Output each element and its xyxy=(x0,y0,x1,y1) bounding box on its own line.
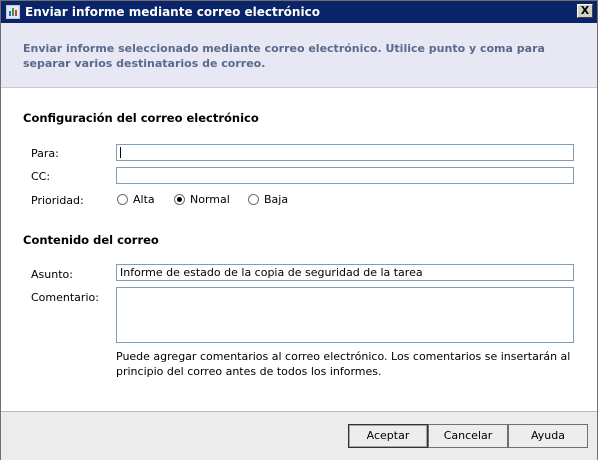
priority-option-label: Baja xyxy=(264,193,289,206)
subject-input-value: Informe de estado de la copia de segurid… xyxy=(120,266,423,279)
comment-textarea[interactable] xyxy=(116,287,574,343)
radio-circle-icon xyxy=(248,194,259,205)
subject-label: Asunto: xyxy=(31,268,73,281)
radio-checked-icon xyxy=(174,194,185,205)
to-label: Para: xyxy=(31,147,59,160)
instructions-text: Enviar informe seleccionado mediante cor… xyxy=(23,42,545,70)
dialog-footer: Aceptar Cancelar Ayuda xyxy=(1,411,597,460)
instructions-banner: Enviar informe seleccionado mediante cor… xyxy=(1,23,597,88)
report-app-icon xyxy=(6,5,20,19)
comment-hint: Puede agregar comentarios al correo elec… xyxy=(116,350,571,378)
priority-radio-normal[interactable]: Normal xyxy=(174,193,230,206)
priority-radio-baja[interactable]: Baja xyxy=(248,193,288,206)
email-content-section-title: Contenido del correo xyxy=(23,233,159,247)
email-config-section-title: Configuración del correo electrónico xyxy=(23,111,259,125)
subject-input[interactable]: Informe de estado de la copia de segurid… xyxy=(116,264,574,281)
radio-circle-icon xyxy=(117,194,128,205)
cc-input[interactable] xyxy=(116,167,574,184)
cancel-button[interactable]: Cancelar xyxy=(428,424,508,448)
send-report-email-dialog: Enviar informe mediante correo electróni… xyxy=(0,0,598,460)
comment-label: Comentario: xyxy=(31,291,99,304)
priority-label: Prioridad: xyxy=(31,194,84,207)
close-button[interactable]: X xyxy=(577,4,593,18)
priority-option-label: Alta xyxy=(133,193,155,206)
priority-option-label: Normal xyxy=(190,193,230,206)
title-bar[interactable]: Enviar informe mediante correo electróni… xyxy=(1,1,597,23)
cc-label: CC: xyxy=(31,170,51,183)
to-input[interactable] xyxy=(116,144,574,161)
accept-button[interactable]: Aceptar xyxy=(348,424,428,448)
close-icon: X xyxy=(580,4,590,17)
priority-radio-alta[interactable]: Alta xyxy=(117,193,155,206)
text-caret xyxy=(120,147,121,158)
window-title: Enviar informe mediante correo electróni… xyxy=(25,5,320,19)
help-button[interactable]: Ayuda xyxy=(508,424,588,448)
